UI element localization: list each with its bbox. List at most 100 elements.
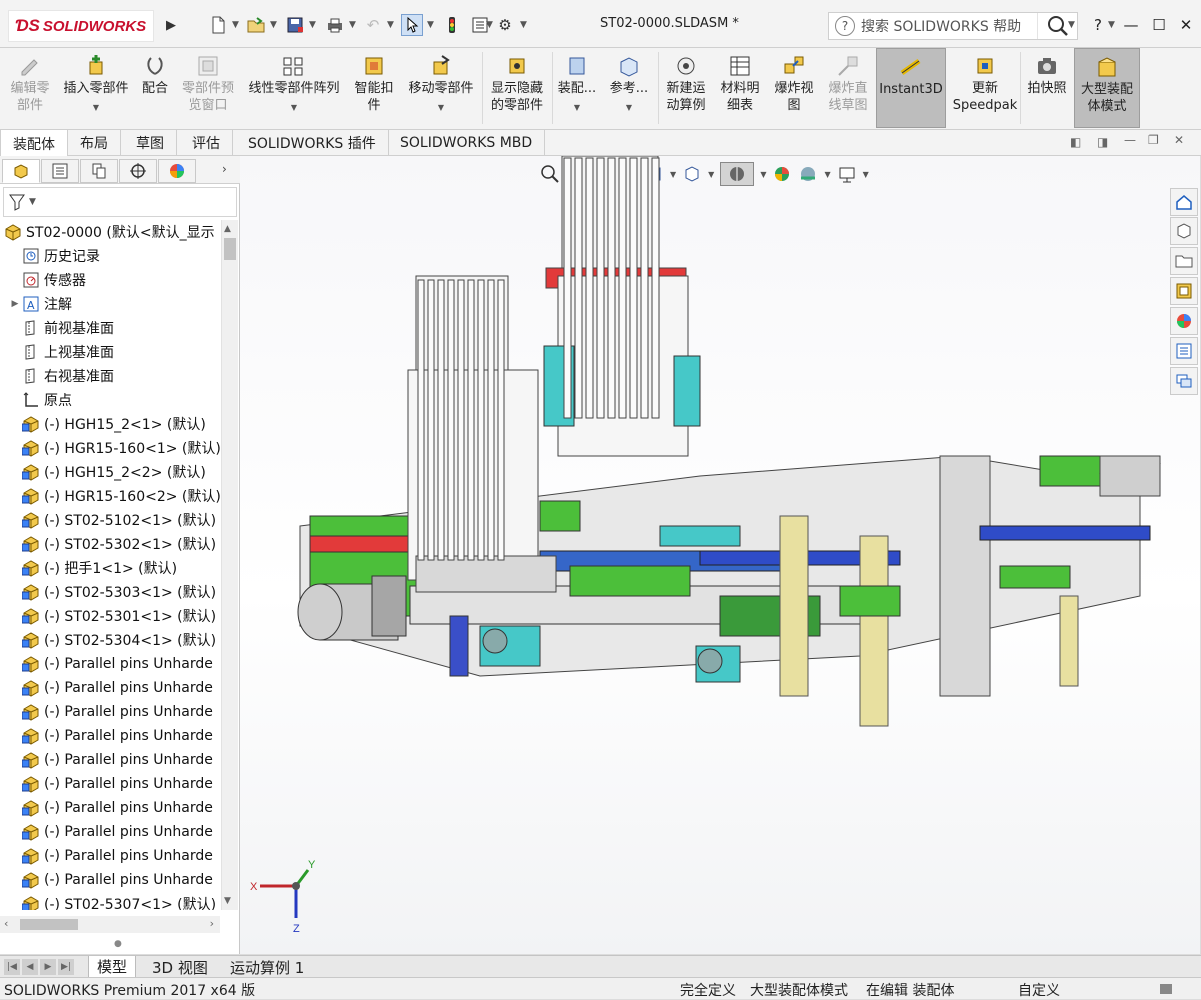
take-snapshot-button[interactable]: 拍快照 bbox=[1022, 48, 1072, 128]
tab-solidworks-mbd[interactable]: SOLIDWORKS MBD bbox=[388, 130, 546, 156]
options-gear-icon[interactable]: ⚙ bbox=[494, 14, 516, 36]
minimize-button[interactable]: — bbox=[1118, 12, 1144, 38]
prev-tab-arrow-icon[interactable]: ◀ bbox=[22, 959, 38, 975]
h-scroll-thumb[interactable] bbox=[20, 919, 78, 930]
tree-item[interactable]: (-) 把手1<1> (默认) bbox=[0, 556, 221, 580]
select-dropdown-caret-icon[interactable]: ▼ bbox=[427, 18, 435, 32]
bill-of-materials-button[interactable]: 材料明 细表 bbox=[714, 48, 766, 128]
select-cursor-icon[interactable] bbox=[401, 14, 423, 36]
search-dropdown-caret-icon[interactable]: ▼ bbox=[1068, 18, 1076, 32]
tree-vertical-scrollbar[interactable]: ▲ ▼ bbox=[221, 220, 238, 910]
save-icon[interactable] bbox=[284, 14, 306, 36]
assembly-model-render[interactable] bbox=[240, 156, 1200, 954]
first-tab-arrow-icon[interactable]: |◀ bbox=[4, 959, 20, 975]
save-dropdown-caret-icon[interactable]: ▼ bbox=[309, 18, 317, 32]
help-dropdown-caret-icon[interactable]: ▼ bbox=[1108, 18, 1116, 32]
tab-layout[interactable]: 布局 bbox=[68, 130, 121, 156]
open-document-icon[interactable] bbox=[245, 14, 267, 36]
tab-assembly[interactable]: 装配体 bbox=[0, 130, 68, 157]
large-assembly-mode-button[interactable]: 大型装配 体模式 bbox=[1074, 48, 1140, 128]
tree-item[interactable]: (-) Parallel pins Unharde bbox=[0, 652, 221, 676]
menu-expand-arrow-icon[interactable]: ▶ bbox=[160, 14, 182, 36]
tree-item[interactable]: 右视基准面 bbox=[0, 364, 221, 388]
task-pane-home-icon[interactable] bbox=[1170, 188, 1198, 216]
new-dropdown-caret-icon[interactable]: ▼ bbox=[232, 18, 240, 32]
tree-item[interactable]: ▶ A 注解 bbox=[0, 292, 221, 316]
scroll-thumb[interactable] bbox=[224, 238, 236, 260]
task-pane-view-palette-icon[interactable] bbox=[1170, 277, 1198, 305]
graphics-area[interactable]: ▼ ▼ ▼ ▼ ▼ X Y Z bbox=[240, 156, 1200, 954]
tree-item[interactable]: (-) ST02-5102<1> (默认) bbox=[0, 508, 221, 532]
tab-evaluate[interactable]: 评估 bbox=[180, 130, 233, 156]
next-tab-arrow-icon[interactable]: ▶ bbox=[40, 959, 56, 975]
tree-item[interactable]: (-) Parallel pins Unharde bbox=[0, 796, 221, 820]
tree-filter-box[interactable]: ▼ bbox=[3, 187, 237, 217]
new-motion-study-button[interactable]: 新建运 动算例 bbox=[660, 48, 712, 128]
edit-component-button[interactable]: 编辑零 部件 bbox=[4, 48, 56, 128]
dropdown-caret-icon[interactable]: ▼ bbox=[626, 99, 632, 116]
doc-restore-icon[interactable]: ❐ bbox=[1148, 133, 1159, 147]
update-speedpak-button[interactable]: 更新 Speedpak bbox=[950, 48, 1020, 128]
tile-left-icon[interactable]: ◧ bbox=[1070, 135, 1081, 149]
reference-geometry-button[interactable]: 参考... ▼ bbox=[602, 48, 656, 128]
tree-item[interactable]: (-) Parallel pins Unharde bbox=[0, 676, 221, 700]
dropdown-caret-icon[interactable]: ▼ bbox=[93, 99, 99, 116]
tree-item[interactable]: (-) ST02-5301<1> (默认) bbox=[0, 604, 221, 628]
tree-item[interactable]: (-) Parallel pins Unharde bbox=[0, 844, 221, 868]
tree-item[interactable]: (-) Parallel pins Unharde bbox=[0, 820, 221, 844]
dimxpert-tab-icon[interactable] bbox=[119, 159, 157, 183]
tree-item[interactable]: 历史记录 bbox=[0, 244, 221, 268]
dropdown-caret-icon[interactable]: ▼ bbox=[438, 99, 444, 116]
scroll-left-arrow-icon[interactable]: ‹ bbox=[4, 917, 8, 930]
tree-item[interactable]: 上视基准面 bbox=[0, 340, 221, 364]
rebuild-traffic-light-icon[interactable] bbox=[441, 14, 463, 36]
insert-component-button[interactable]: 插入零部件 ▼ bbox=[58, 48, 134, 128]
tab-solidworks-addins[interactable]: SOLIDWORKS 插件 bbox=[236, 130, 389, 156]
tab-motion-study-1[interactable]: 运动算例 1 bbox=[222, 956, 312, 978]
show-hidden-components-button[interactable]: 显示隐藏 的零部件 bbox=[484, 48, 550, 128]
task-pane-forum-icon[interactable] bbox=[1170, 367, 1198, 395]
tree-item[interactable]: (-) HGR15-160<2> (默认) bbox=[0, 484, 221, 508]
explode-line-sketch-button[interactable]: 爆炸直 线草图 bbox=[822, 48, 874, 128]
smart-fasteners-button[interactable]: 智能扣件 bbox=[348, 48, 400, 128]
exploded-view-button[interactable]: 爆炸视图 bbox=[768, 48, 820, 128]
last-tab-arrow-icon[interactable]: ▶| bbox=[58, 959, 74, 975]
undo-dropdown-caret-icon[interactable]: ▼ bbox=[387, 18, 395, 32]
search-input[interactable]: 搜索 SOLIDWORKS 帮助 bbox=[861, 16, 1037, 36]
move-component-button[interactable]: 移动零部件 ▼ bbox=[402, 48, 480, 128]
scroll-down-arrow-icon[interactable]: ▼ bbox=[224, 896, 231, 906]
tree-root-assembly[interactable]: ST02-0000 (默认<默认_显示 bbox=[0, 220, 221, 244]
task-pane-appearances-icon[interactable] bbox=[1170, 307, 1198, 335]
tab-model[interactable]: 模型 bbox=[88, 956, 137, 978]
maximize-button[interactable]: ☐ bbox=[1146, 12, 1172, 38]
tree-item[interactable]: (-) Parallel pins Unharde bbox=[0, 748, 221, 772]
task-pane-explorer-icon[interactable] bbox=[1170, 247, 1198, 275]
options-dropdown-caret-icon[interactable]: ▼ bbox=[520, 18, 528, 32]
dropdown-caret-icon[interactable]: ▼ bbox=[291, 99, 297, 116]
tree-item[interactable]: 传感器 bbox=[0, 268, 221, 292]
propertymanager-tab-icon[interactable] bbox=[41, 159, 79, 183]
task-pane-custom-properties-icon[interactable] bbox=[1170, 337, 1198, 365]
panel-splitter-dot-icon[interactable]: ● bbox=[114, 939, 122, 949]
close-button[interactable]: ✕ bbox=[1173, 12, 1199, 38]
tree-horizontal-scrollbar[interactable]: ‹ › bbox=[0, 916, 220, 933]
tree-item[interactable]: (-) HGH15_2<1> (默认) bbox=[0, 412, 221, 436]
print-dropdown-caret-icon[interactable]: ▼ bbox=[349, 18, 357, 32]
tile-right-icon[interactable]: ◨ bbox=[1097, 135, 1108, 149]
panel-more-arrow-icon[interactable]: › bbox=[222, 162, 227, 176]
tree-item[interactable]: (-) Parallel pins Unharde bbox=[0, 700, 221, 724]
task-pane-library-icon[interactable] bbox=[1170, 217, 1198, 245]
instant3d-button[interactable]: Instant3D bbox=[876, 48, 946, 128]
tree-item[interactable]: (-) HGH15_2<2> (默认) bbox=[0, 460, 221, 484]
component-preview-button[interactable]: 零部件预 览窗口 bbox=[176, 48, 240, 128]
featuremanager-tab-icon[interactable] bbox=[2, 159, 40, 183]
configurationmanager-tab-icon[interactable] bbox=[80, 159, 118, 183]
doc-minimize-icon[interactable]: — bbox=[1124, 133, 1136, 147]
doc-close-icon[interactable]: ✕ bbox=[1174, 133, 1184, 147]
tree-item[interactable]: (-) ST02-5303<1> (默认) bbox=[0, 580, 221, 604]
tree-item[interactable]: (-) Parallel pins Unharde bbox=[0, 772, 221, 796]
display-manager-tab-icon[interactable] bbox=[158, 159, 196, 183]
help-search-box[interactable]: ? 搜索 SOLIDWORKS 帮助 bbox=[828, 12, 1078, 40]
status-tooltip-toggle-icon[interactable] bbox=[1160, 984, 1172, 994]
tree-item[interactable]: 前视基准面 bbox=[0, 316, 221, 340]
